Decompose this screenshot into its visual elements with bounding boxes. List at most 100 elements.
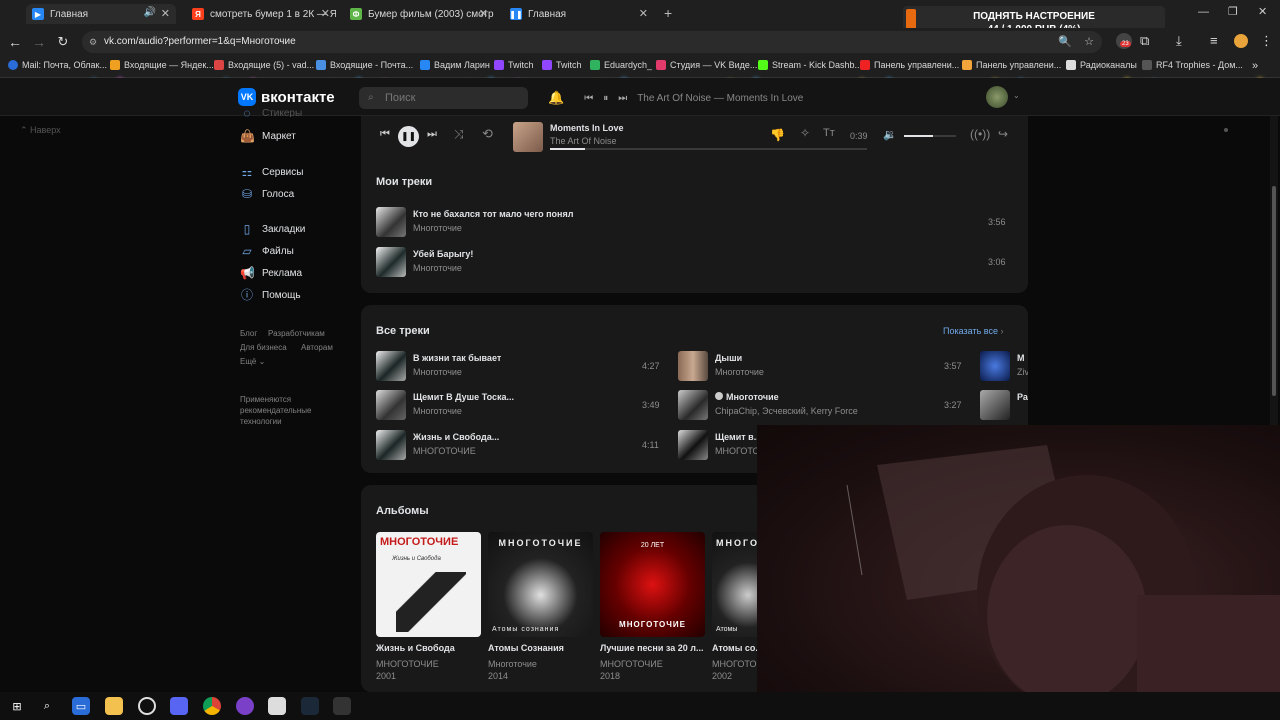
tab-vk-main-2[interactable]: ❚❚ Главная ✕: [504, 4, 654, 24]
recommendation-notice[interactable]: Применяются рекомендательные технологии: [240, 394, 330, 427]
player-track-title[interactable]: Moments In Love: [550, 123, 624, 133]
bookmark-item[interactable]: Панель управлени...: [860, 60, 959, 70]
sidebar-item-services[interactable]: ⚏ Сервисы: [240, 165, 304, 179]
notifications-bell-icon[interactable]: 🔔: [548, 90, 564, 106]
album-cover[interactable]: МНОГОТОЧИЕ Жизнь и Свобода: [376, 532, 481, 637]
chrome-icon[interactable]: [203, 697, 221, 715]
album-artist[interactable]: МНОГОТОЧИЕ: [376, 659, 439, 669]
track-cover[interactable]: [980, 351, 1010, 381]
bookmark-item[interactable]: Панель управлени...: [962, 60, 1061, 70]
pause-button[interactable]: ❚❚: [398, 126, 419, 147]
track-artist[interactable]: Многоточие: [413, 263, 462, 273]
track-artist[interactable]: Многоточие: [413, 367, 462, 377]
app-icon[interactable]: [236, 697, 254, 715]
user-avatar[interactable]: [986, 86, 1008, 108]
album-title[interactable]: Лучшие песни за 20 л...: [600, 643, 705, 653]
extension-icon[interactable]: 23: [1116, 33, 1132, 49]
share-icon[interactable]: ↪: [998, 127, 1008, 141]
album-title[interactable]: Атомы со...: [712, 643, 757, 653]
track-artist[interactable]: МНОГОТО: [715, 446, 757, 456]
file-explorer-icon[interactable]: [105, 697, 123, 715]
minimize-icon[interactable]: —: [1198, 6, 1209, 18]
lyrics-text-icon[interactable]: Tт: [823, 127, 835, 139]
bookmark-item[interactable]: Twitch: [494, 60, 534, 70]
broadcast-icon[interactable]: ((•)): [970, 127, 990, 141]
forward-arrow-icon[interactable]: →: [30, 34, 48, 50]
track-title[interactable]: Щемит в...: [715, 432, 757, 442]
sidebar-item-bookmarks[interactable]: ▯ Закладки: [240, 222, 306, 236]
track-cover[interactable]: [678, 390, 708, 420]
bookmark-item[interactable]: Студия — VK Виде...: [656, 60, 757, 70]
track-artist[interactable]: Ziv: [1017, 367, 1028, 377]
footer-link-more[interactable]: Ещё ⌄: [240, 357, 265, 366]
header-prev-icon[interactable]: ⏮: [584, 93, 593, 104]
scrollbar-thumb[interactable]: [1272, 186, 1276, 396]
track-title[interactable]: Дыши: [715, 353, 742, 363]
bookmark-item[interactable]: Eduardych_: [590, 60, 652, 70]
prev-track-icon[interactable]: ⏮: [380, 128, 390, 141]
footer-link-authors[interactable]: Авторам: [301, 343, 333, 352]
player-progress-track[interactable]: [550, 148, 867, 150]
bookmark-item[interactable]: RF4 Trophies - Дом...: [1142, 60, 1243, 70]
volume-icon[interactable]: 🔉: [883, 128, 897, 141]
taskview-icon[interactable]: ▭: [72, 697, 90, 715]
search-lens-icon[interactable]: 🔍: [1058, 31, 1072, 53]
dislike-icon[interactable]: 👎: [770, 128, 785, 142]
track-artist[interactable]: Многоточие: [413, 223, 462, 233]
windows-start-icon[interactable]: ⊞: [8, 697, 26, 715]
sidebar-item-stickers[interactable]: ◌ Стикеры: [240, 109, 302, 117]
album-title[interactable]: Жизнь и Свобода: [376, 643, 481, 653]
track-cover[interactable]: [678, 430, 708, 460]
track-title[interactable]: Щемит В Душе Тоска...: [413, 392, 518, 402]
tab-vk-main[interactable]: ▶ Главная 🔊 ✕: [26, 4, 176, 24]
bookmark-star-icon[interactable]: ☆: [1084, 31, 1094, 53]
album-artist[interactable]: МНОГОТОЧИЕ: [600, 659, 663, 669]
shuffle-icon[interactable]: ⤨: [454, 127, 464, 142]
search-input[interactable]: ⌕ Поиск: [359, 87, 528, 109]
repeat-icon[interactable]: ⟲: [482, 126, 493, 142]
audio-playing-icon[interactable]: 🔊: [144, 7, 156, 18]
footer-link-devs[interactable]: Разработчикам: [268, 329, 325, 338]
tab-film[interactable]: Ф Бумер фильм (2003) смотреть ✕: [344, 4, 494, 24]
volume-slider[interactable]: [904, 135, 956, 137]
footer-link-blog[interactable]: Блог: [240, 329, 257, 338]
sidebar-item-help[interactable]: ⓘ Помощь: [240, 288, 301, 302]
album-cover[interactable]: МНОГОТ Атомы: [712, 532, 757, 637]
window-close-icon[interactable]: ✕: [1258, 5, 1267, 18]
bookmark-item[interactable]: Twitch: [542, 60, 582, 70]
track-title[interactable]: Ра: [1017, 392, 1028, 402]
notepad-icon[interactable]: [268, 697, 286, 715]
sidebar-item-files[interactable]: ▱ Файлы: [240, 244, 293, 258]
tab-close-icon[interactable]: ✕: [321, 7, 330, 20]
track-title[interactable]: В жизни так бывает: [413, 353, 501, 363]
header-next-icon[interactable]: ⏭: [618, 93, 627, 104]
album-artist[interactable]: МНОГОТО: [712, 659, 757, 669]
track-cover[interactable]: [376, 390, 406, 420]
tab-yandex[interactable]: Я смотреть бумер 1 в 2К — Янд ✕: [186, 4, 336, 24]
menu-dots-icon[interactable]: ⋮: [1260, 33, 1273, 49]
obs-icon[interactable]: [138, 697, 156, 715]
address-bar[interactable]: ⚙ vk.com/audio?performer=1&q=Многоточие …: [82, 31, 1102, 53]
sparkle-icon[interactable]: ✧: [800, 126, 810, 140]
bookmark-item[interactable]: Входящие — Яндек...: [110, 60, 214, 70]
track-artist[interactable]: Многоточие: [413, 406, 462, 416]
footer-link-business[interactable]: Для бизнеса: [240, 343, 287, 352]
track-cover[interactable]: [376, 247, 406, 277]
avatar-chevron-down-icon[interactable]: ⌄: [1013, 91, 1020, 100]
playlist-icon[interactable]: ≡: [1210, 33, 1218, 48]
game-icon[interactable]: [333, 697, 351, 715]
bookmark-item[interactable]: Радиоканалы: [1066, 60, 1137, 70]
player-track-artist[interactable]: The Art Of Noise: [550, 136, 617, 146]
track-artist[interactable]: МНОГОТОЧИЕ: [413, 446, 476, 456]
track-artist[interactable]: Многоточие: [715, 367, 764, 377]
track-title[interactable]: Жизнь и Свобода...: [413, 432, 503, 442]
maximize-icon[interactable]: ❐: [1228, 5, 1238, 18]
new-tab-icon[interactable]: +: [664, 5, 672, 21]
bookmark-item[interactable]: Входящие (5) - vad...: [214, 60, 314, 70]
show-all-link[interactable]: Показать все ›: [943, 326, 1003, 336]
album-cover[interactable]: МНОГОТОЧИЕ Атомы сознания: [488, 532, 593, 637]
tab-close-icon[interactable]: ✕: [479, 7, 488, 20]
header-pause-icon[interactable]: ⏸: [603, 93, 608, 104]
sidebar-item-market[interactable]: 👜 Маркет: [240, 129, 296, 143]
track-cover[interactable]: [376, 351, 406, 381]
